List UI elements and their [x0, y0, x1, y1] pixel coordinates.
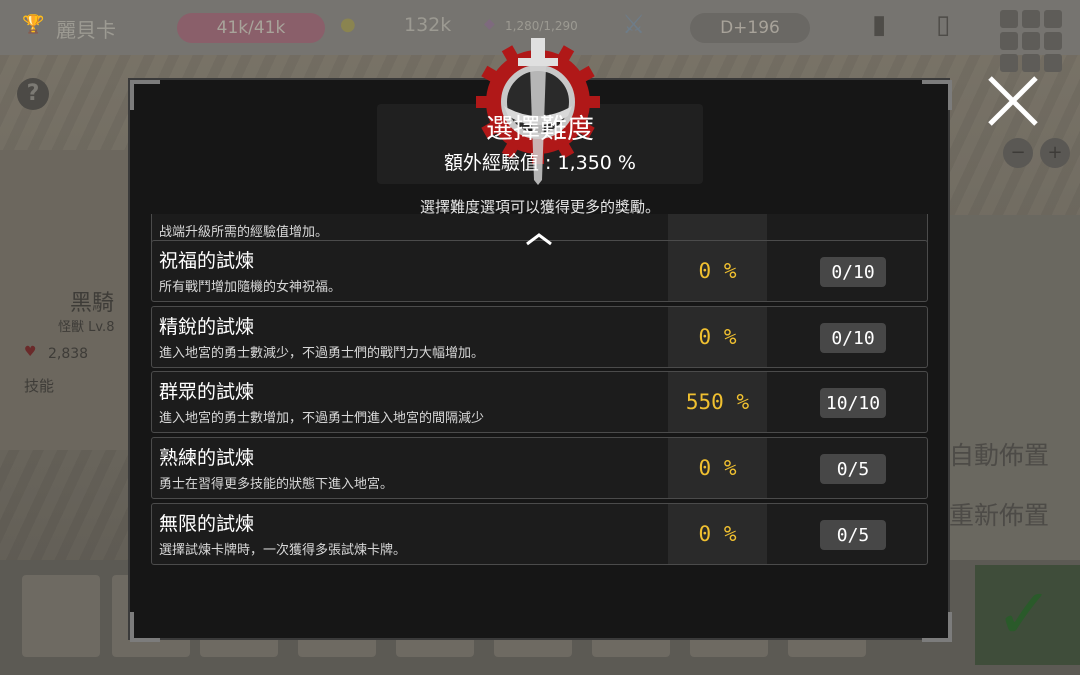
trial-desc: 勇士在習得更多技能的狀態下進入地宮。 [159, 477, 394, 492]
trial-name: 無限的試煉 [159, 513, 255, 535]
scroll-icon[interactable]: ▯ [936, 10, 950, 40]
dialog-subtitle: 選擇難度選項可以獲得更多的獎勵。 [419, 198, 660, 216]
checkmark-icon: ✓ [995, 573, 1054, 655]
zoom-out-icon[interactable]: − [1003, 138, 1033, 168]
hp-value: 41k/41k [216, 18, 286, 38]
trial-count-badge[interactable]: 0/10 [820, 257, 886, 287]
monster-name: 黑騎 [70, 291, 115, 316]
trial-percent: 0 % [668, 307, 767, 367]
day-value: D+196 [720, 18, 780, 38]
trial-desc: 战端升級所需的經驗值增加。 [159, 225, 329, 240]
trial-percent: 550 % [668, 372, 767, 432]
trial-desc: 選擇試煉卡牌時，一次獲得多張試煉卡牌。 [159, 543, 407, 558]
gold-value: 132k [404, 14, 452, 36]
trial-name: 祝福的試煉 [159, 250, 255, 272]
gold-coin-icon: ● [340, 14, 356, 35]
trial-name: 群眾的試煉 [159, 381, 255, 403]
frame-corner [922, 612, 952, 642]
book-icon[interactable]: ▮ [872, 10, 886, 40]
menu-grid-icon[interactable] [1000, 10, 1062, 72]
close-icon[interactable] [986, 74, 1040, 128]
skill-label: 技能 [24, 377, 55, 395]
trial-desc: 進入地宮的勇士數減少，不過勇士們的戰鬥力大幅增加。 [159, 346, 485, 361]
reset-place-label: 重新佈置 [949, 501, 1050, 530]
trial-name: 精銳的試煉 [159, 316, 255, 338]
auto-place-button[interactable]: 自動佈置 [945, 433, 1069, 475]
trial-count-badge[interactable]: 0/10 [820, 323, 886, 353]
card-slot[interactable] [22, 575, 100, 657]
day-counter: D+196 [690, 13, 810, 43]
reset-place-button[interactable]: 重新佈置 [945, 493, 1069, 535]
trial-row[interactable]: 無限的試煉 選擇試煉卡牌時，一次獲得多張試煉卡牌。 0 % 0/5 [151, 503, 928, 565]
monster-level: 怪獸 Lv.8 [58, 320, 115, 335]
monster-card: 黑騎 怪獸 Lv.8 ♥ 2,838 技能 [0, 150, 135, 450]
frame-corner [130, 612, 160, 642]
trial-desc: 所有戰鬥增加隨機的女神祝福。 [159, 280, 342, 295]
heart-icon: ♥ [24, 344, 37, 360]
hp-bar: 41k/41k [177, 13, 325, 43]
trial-percent: 0 % [668, 504, 767, 564]
frame-corner [130, 80, 160, 110]
trial-list[interactable]: 战端升級所需的經驗值增加。 祝福的試煉 所有戰鬥增加隨機的女神祝福。 0 % 0… [151, 214, 929, 566]
trial-count-badge[interactable]: 0/5 [820, 520, 886, 550]
confirm-button[interactable]: ✓ [975, 565, 1080, 665]
trial-count-badge[interactable]: 0/5 [820, 454, 886, 484]
frame-corner [922, 80, 952, 110]
trial-row[interactable]: 群眾的試煉 進入地宮的勇士數增加，不過勇士們進入地宮的間隔減少 550 % 10… [151, 371, 928, 433]
trial-name: 熟練的試煉 [159, 447, 255, 469]
auto-place-label: 自動佈置 [949, 441, 1050, 470]
monster-hp: 2,838 [48, 346, 89, 362]
zoom-in-icon[interactable]: + [1040, 138, 1070, 168]
trial-row[interactable]: 熟練的試煉 勇士在習得更多技能的狀態下進入地宮。 0 % 0/5 [151, 437, 928, 499]
trial-percent: 0 % [668, 241, 767, 301]
crossed-swords-icon[interactable]: ⚔ [622, 10, 645, 40]
bonus-exp-label: 額外經驗值 : 1,350 % [444, 152, 636, 174]
trial-row[interactable]: 祝福的試煉 所有戰鬥增加隨機的女神祝福。 0 % 0/10 [151, 240, 928, 302]
trophy-icon: 🏆 [22, 14, 45, 35]
chevron-up-icon[interactable] [525, 232, 553, 246]
trial-count-badge[interactable]: 10/10 [820, 388, 886, 418]
trial-desc: 進入地宮的勇士數增加，不過勇士們進入地宮的間隔減少 [159, 411, 485, 426]
trial-percent: 0 % [668, 438, 767, 498]
player-name: 麗貝卡 [56, 18, 116, 42]
trial-row[interactable]: 精銳的試煉 進入地宮的勇士數減少，不過勇士們的戰鬥力大幅增加。 0 % 0/10 [151, 306, 928, 368]
help-icon[interactable]: ? [17, 78, 49, 110]
dialog-title: 選擇難度 [486, 114, 594, 145]
